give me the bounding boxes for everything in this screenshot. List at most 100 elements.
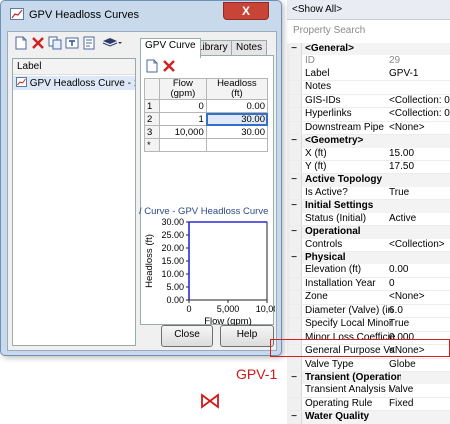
property-row[interactable]: Elevation (ft) 0.00 [287, 264, 450, 278]
collapse-toggle[interactable]: − [287, 252, 302, 265]
row-gutter [287, 238, 302, 251]
property-row[interactable]: Is Active? True [287, 186, 450, 201]
property-search-input[interactable]: Property Search [287, 23, 450, 39]
property-row[interactable]: Diameter (Valve) (in 6.0 [287, 304, 450, 319]
property-category[interactable]: − Active Topology [287, 174, 450, 187]
duplicate-icon[interactable] [48, 36, 62, 50]
collapse-toggle[interactable]: − [287, 200, 302, 213]
close-window-button[interactable]: X [223, 2, 269, 20]
property-value[interactable]: <Collection: 0 ite [389, 108, 450, 120]
property-value[interactable]: <Collection> [389, 239, 450, 251]
tab-gpv-curve[interactable]: GPV Curve [140, 38, 201, 58]
property-value[interactable]: True [389, 318, 450, 330]
show-all-dropdown[interactable]: <Show All> [287, 0, 450, 20]
property-row[interactable]: Zone <None> [287, 291, 450, 305]
property-row[interactable]: Transient Analysis I Valve [287, 384, 450, 398]
gpv-headloss-curves-dialog: GPV Headloss Curves X Label GPV Headloss… [0, 0, 282, 356]
headloss-cell[interactable]: 30.00 [205, 125, 269, 139]
property-value[interactable]: True [389, 187, 450, 199]
library-icon[interactable] [102, 36, 122, 50]
property-name: Notes [305, 81, 332, 93]
new-icon[interactable] [14, 36, 28, 50]
collapse-toggle[interactable]: − [287, 411, 302, 424]
property-row[interactable]: Label GPV-1 [287, 67, 450, 82]
y-tick-label: 10.00 [161, 269, 184, 279]
property-value[interactable]: 15.00 [389, 148, 450, 160]
report-icon[interactable] [82, 36, 96, 50]
property-row[interactable]: X (ft) 15.00 [287, 147, 450, 161]
flow-cell[interactable] [159, 138, 207, 152]
collapse-toggle[interactable]: − [287, 43, 302, 56]
property-row[interactable]: Installation Year 0 [287, 277, 450, 292]
property-value[interactable]: 17.50 [389, 161, 450, 173]
property-category[interactable]: − <General> [287, 43, 450, 56]
collapse-toggle[interactable]: − [287, 174, 302, 187]
y-tick-label: 25.00 [161, 230, 184, 240]
delete-icon[interactable] [31, 36, 45, 50]
table-row: 2 1 30.00 [144, 112, 269, 126]
property-row[interactable]: Valve Type Globe [287, 358, 450, 372]
headloss-cell[interactable]: 0.00 [205, 99, 269, 113]
list-item[interactable]: GPV Headloss Curve - 1 [13, 76, 135, 90]
property-row[interactable]: Operating Rule Fixed [287, 397, 450, 412]
property-value[interactable]: Active [389, 213, 450, 225]
rename-icon[interactable] [65, 36, 79, 50]
property-name: Hyperlinks [305, 108, 352, 120]
property-row[interactable]: Controls <Collection> [287, 238, 450, 252]
property-category[interactable]: −Transient (Operational) [287, 371, 450, 385]
flow-cell[interactable]: 0 [159, 99, 207, 113]
property-row[interactable]: Specify Local Minor True [287, 318, 450, 332]
row-gutter [287, 160, 302, 174]
gpv-valve-icon[interactable] [200, 393, 220, 409]
row-gutter [287, 67, 302, 81]
help-button[interactable]: Help [220, 325, 274, 347]
list-header-label: Label [13, 59, 135, 75]
property-name: Y (ft) [305, 160, 327, 172]
curve-item-icon [16, 77, 27, 87]
property-row[interactable]: Notes [287, 81, 450, 95]
property-category[interactable]: − Initial Settings [287, 200, 450, 213]
property-value[interactable]: Valve [389, 384, 450, 396]
y-tick-label: 30.00 [161, 217, 184, 227]
flow-cell[interactable]: 1 [159, 112, 207, 126]
property-row[interactable]: Y (ft) 17.50 [287, 160, 450, 175]
headloss-cell[interactable] [205, 138, 269, 152]
property-value[interactable]: <None> [389, 122, 450, 134]
property-category[interactable]: − Water Quality [287, 411, 450, 424]
property-category[interactable]: − <Geometry> [287, 135, 450, 148]
property-row[interactable]: Status (Initial) Active [287, 212, 450, 227]
property-grid: − <General> ID 29 Label GPV-1 Notes GIS-IDs <Col… [287, 43, 450, 424]
collapse-toggle[interactable]: − [287, 135, 302, 148]
property-value[interactable]: 29 [389, 55, 450, 67]
row-number: 1 [144, 99, 160, 113]
property-value[interactable]: GPV-1 [389, 68, 450, 80]
list-item-label: GPV Headloss Curve - 1 [29, 78, 135, 89]
collapse-toggle[interactable]: − [287, 226, 302, 239]
property-value[interactable]: Fixed [389, 398, 450, 410]
property-value[interactable]: <Collection: 0 ite [389, 95, 450, 107]
headloss-header: Headloss (ft) [205, 78, 269, 100]
element-label[interactable]: GPV-1 [236, 366, 277, 382]
row-gutter [287, 304, 302, 318]
new-row-icon[interactable] [145, 59, 159, 73]
delete-row-icon[interactable] [162, 59, 176, 73]
property-value[interactable]: Globe [389, 359, 450, 371]
y-tick-label: 15.00 [161, 256, 184, 266]
collapse-toggle[interactable]: − [287, 371, 302, 385]
headloss-cell-editing[interactable]: 30.00 [205, 112, 269, 126]
category-label: Active Topology [305, 174, 383, 186]
property-category[interactable]: − Operational [287, 226, 450, 239]
property-value[interactable]: 0.00 [389, 264, 450, 276]
row-gutter [287, 186, 302, 200]
close-button[interactable]: Close [161, 325, 213, 347]
property-row[interactable]: ID 29 [287, 55, 450, 68]
flow-cell[interactable]: 10,000 [159, 125, 207, 139]
property-value[interactable]: 0 [389, 278, 450, 290]
property-row[interactable]: Hyperlinks <Collection: 0 ite [287, 108, 450, 122]
property-row[interactable]: GIS-IDs <Collection: 0 ite [287, 94, 450, 109]
property-value[interactable]: <None> [389, 291, 450, 303]
title-bar[interactable]: GPV Headloss Curves X [1, 1, 281, 28]
property-value[interactable]: 6.0 [389, 305, 450, 317]
property-category[interactable]: − Physical [287, 252, 450, 265]
property-row[interactable]: Downstream Pipe <None> [287, 121, 450, 136]
